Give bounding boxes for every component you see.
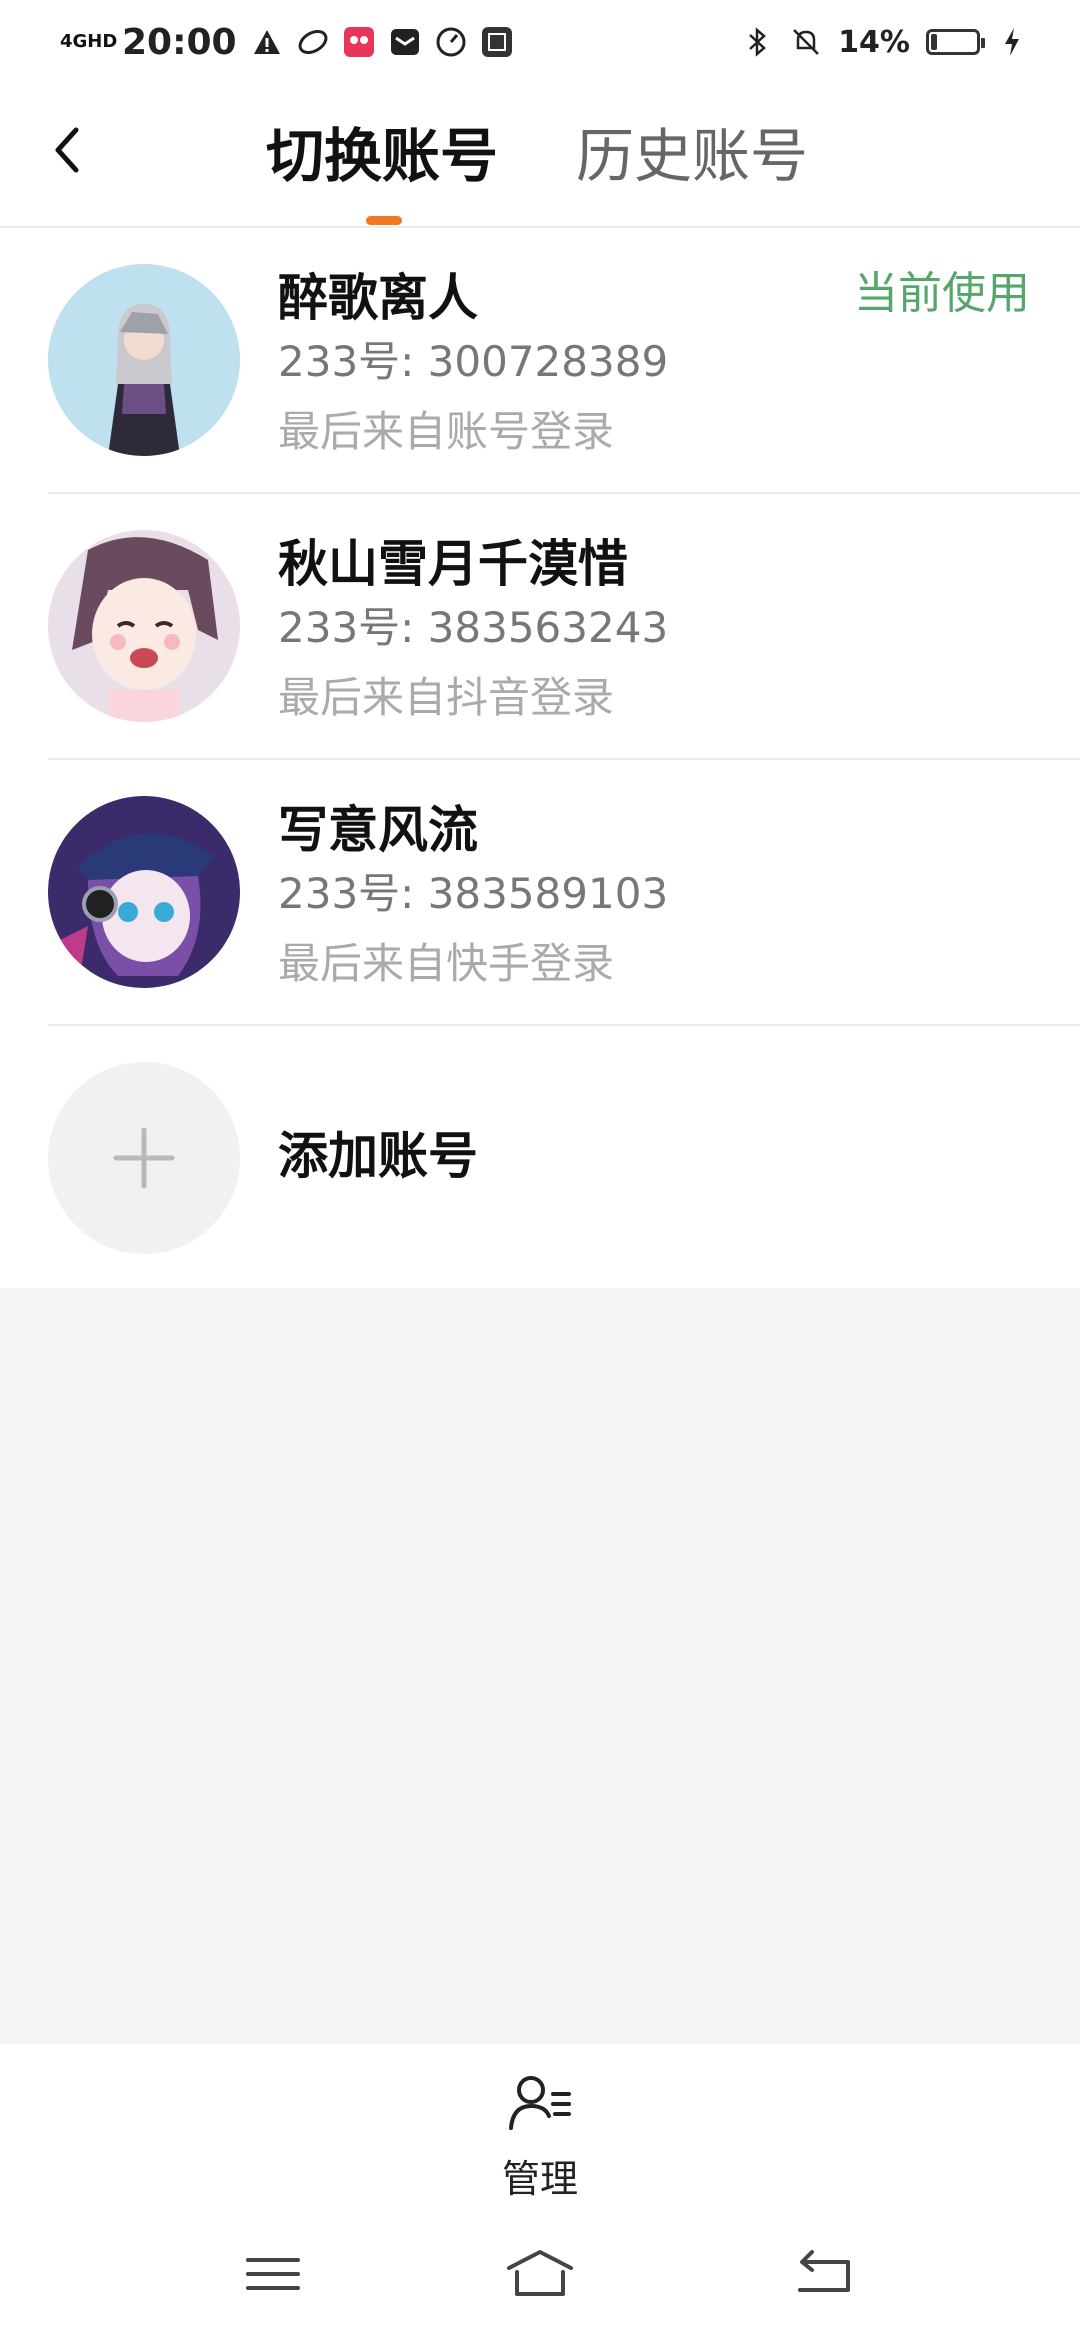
app-notification-icon [389, 26, 421, 58]
back-button[interactable] [40, 120, 100, 180]
account-list: 醉歌离人 233号: 300728389 最后来自账号登录 当前使用 秋山雪月千… [0, 228, 1080, 1288]
return-icon [798, 2250, 850, 2292]
account-row[interactable]: 秋山雪月千漠惜 233号: 383563243 最后来自抖音登录 [0, 494, 1080, 760]
network-indicator: 4GHD [60, 31, 118, 52]
menu-icon [246, 2258, 300, 2290]
plus-icon [113, 1127, 175, 1189]
add-account-row[interactable]: 添加账号 [0, 1028, 1080, 1288]
current-in-use-badge: 当前使用 [854, 268, 1030, 319]
account-row[interactable]: 醉歌离人 233号: 300728389 最后来自账号登录 当前使用 [0, 228, 1080, 494]
nav-home-button[interactable] [505, 2244, 575, 2304]
add-account-button[interactable] [48, 1062, 240, 1254]
header: 切换账号 历史账号 [0, 84, 1080, 228]
manage-button[interactable]: 管理 [490, 2070, 590, 2201]
account-name: 醉歌离人 [278, 269, 478, 327]
bluetooth-icon [742, 26, 774, 58]
charging-icon [996, 26, 1028, 58]
tab-switch-account[interactable]: 切换账号 [266, 116, 498, 196]
status-bar: 4GHD 20:00 14% [0, 0, 1080, 84]
account-id: 233号: 383563243 [278, 603, 669, 652]
bottom-bar: 管理 [0, 2044, 1080, 2340]
account-login-source: 最后来自快手登录 [278, 939, 615, 988]
battery-percent: 14% [838, 24, 910, 60]
home-icon [507, 2250, 573, 2296]
account-id: 233号: 300728389 [278, 337, 669, 386]
account-name: 秋山雪月千漠惜 [278, 535, 628, 593]
user-manage-icon [509, 2076, 571, 2130]
avatar [48, 530, 240, 722]
tab-indicator [366, 216, 402, 225]
account-row[interactable]: 写意风流 233号: 383589103 最后来自快手登录 [0, 760, 1080, 1026]
account-name: 写意风流 [278, 801, 478, 859]
manage-label: 管理 [501, 2157, 578, 2201]
app-notification-icon [297, 26, 329, 58]
nav-menu-button[interactable] [238, 2244, 308, 2304]
add-account-label: 添加账号 [278, 1127, 478, 1185]
avatar [48, 264, 240, 456]
chevron-left-icon [55, 127, 79, 173]
app-notification-icon [435, 26, 467, 58]
nav-back-button[interactable] [790, 2244, 860, 2304]
mute-bell-icon [790, 26, 822, 58]
warning-icon [251, 26, 283, 58]
app-notification-icon [343, 26, 375, 58]
account-id: 233号: 383589103 [278, 869, 669, 918]
battery-level [931, 34, 937, 50]
battery-icon [926, 29, 985, 55]
tab-history-account[interactable]: 历史账号 [576, 116, 808, 196]
account-login-source: 最后来自账号登录 [278, 407, 615, 456]
divider [48, 1024, 1080, 1026]
avatar [48, 796, 240, 988]
status-time: 20:00 [122, 21, 237, 63]
account-login-source: 最后来自抖音登录 [278, 673, 615, 722]
taobao-icon [481, 26, 513, 58]
